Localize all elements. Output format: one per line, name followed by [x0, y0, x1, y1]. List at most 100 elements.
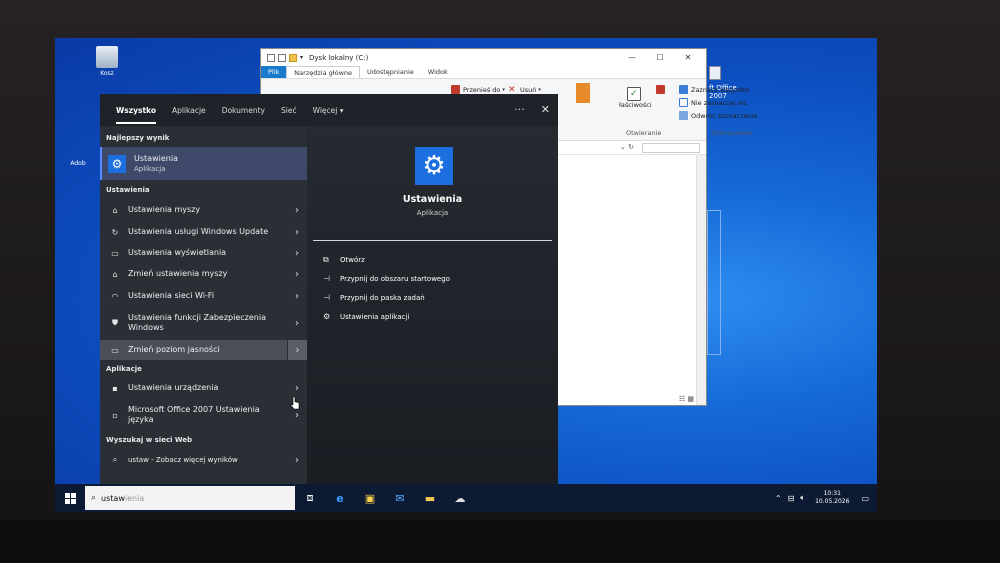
- tab-all[interactable]: Wszystko: [116, 106, 156, 124]
- best-match-settings[interactable]: ⚙ Ustawienia Aplikacja: [100, 147, 307, 180]
- result-label: Zmień poziom jasności: [128, 345, 220, 354]
- tab-more[interactable]: Więcej ▾: [313, 106, 344, 115]
- chevron-right-icon[interactable]: ›: [287, 205, 307, 216]
- result-web-search[interactable]: ⌕ ustaw - Zobacz więcej wyników ›: [100, 450, 307, 470]
- result-device-settings[interactable]: ▪ Ustawienia urządzenia ›: [100, 378, 307, 398]
- action-pin-start[interactable]: ⊣ Przypnij do obszaru startowego: [323, 274, 450, 283]
- chevron-down-icon: ▾: [502, 86, 505, 93]
- quick-access-dropdown-icon[interactable]: ▾: [300, 54, 303, 61]
- result-windows-update[interactable]: ↻ Ustawienia usługi Windows Update ›: [100, 222, 307, 242]
- select-all-button[interactable]: Zaznacz wszystko: [679, 85, 749, 94]
- chevron-right-icon[interactable]: ›: [287, 227, 307, 238]
- wifi-icon: ◠: [111, 291, 119, 301]
- mouse-icon: ⌂: [112, 269, 118, 279]
- taskbar: ⌕ ustaw ienia ⧈ e ▣ ✉ ▬ ☁ ⌃ ⊟ 🔈︎ 10:31 1…: [55, 484, 877, 512]
- clock[interactable]: 10:31 10.05.2026: [815, 490, 849, 506]
- delete-label: Usuń: [520, 85, 537, 94]
- file-explorer-icon[interactable]: ▬: [415, 484, 445, 512]
- preview-subtitle: Aplikacja: [416, 209, 449, 217]
- explorer-search-input[interactable]: [642, 143, 700, 153]
- result-label: Ustawienia funkcji Zabezpieczenia Window…: [128, 313, 266, 332]
- section-header-settings: Ustawienia: [106, 186, 150, 194]
- delete-button[interactable]: ✕ Usuń ▾: [508, 85, 541, 95]
- start-button[interactable]: [55, 484, 85, 512]
- search-results-list: Najlepszy wynik ⚙ Ustawienia Aplikacja U…: [100, 126, 307, 486]
- invert-selection-button[interactable]: Odwróć zaznaczenie: [679, 111, 758, 120]
- result-change-mouse[interactable]: ⌂ Zmień ustawienia myszy ›: [100, 264, 307, 284]
- tab-web[interactable]: Sieć: [281, 106, 297, 115]
- explorer-tabs: Plik Narzędzia główne Udostępnianie Wido…: [261, 66, 706, 79]
- clock-time: 10:31: [823, 490, 841, 497]
- mail-icon[interactable]: ✉: [385, 484, 415, 512]
- tab-view[interactable]: Widok: [421, 66, 455, 78]
- result-display-settings[interactable]: ▭ Ustawienia wyświetlania ›: [100, 243, 307, 263]
- task-view-icon[interactable]: ⧈: [295, 484, 325, 512]
- chevron-right-icon[interactable]: ›: [287, 318, 307, 329]
- move-to-button[interactable]: Przenieś do ▾: [451, 85, 505, 94]
- desktop-icon-adobe[interactable]: Adob: [63, 160, 93, 167]
- tab-documents[interactable]: Dokumenty: [222, 106, 265, 115]
- select-none-button[interactable]: Nie zaznaczaj nic: [679, 98, 747, 107]
- chevron-right-icon[interactable]: ›: [287, 383, 307, 394]
- chevron-down-icon[interactable]: ⌄ ↻: [620, 143, 634, 151]
- tab-apps[interactable]: Aplikacje: [172, 106, 206, 115]
- notification-icon[interactable]: ▭: [861, 494, 869, 503]
- explorer-scrollbar[interactable]: [696, 155, 706, 405]
- search-menu: Wszystko Aplikacje Dokumenty Sieć Więcej…: [100, 94, 558, 486]
- quick-access-icon[interactable]: [267, 53, 275, 62]
- move-icon: [451, 85, 460, 94]
- desktop-screen: Kosz Adob ft Office 2007 ▾ Dysk lokalny …: [55, 38, 877, 512]
- desktop-icon-recycle-bin[interactable]: Kosz: [83, 46, 131, 77]
- result-mouse-settings[interactable]: ⌂ Ustawienia myszy ›: [100, 200, 307, 220]
- desktop-window-frame: [707, 210, 721, 355]
- view-toggle-icon[interactable]: ☷ ▦: [679, 395, 694, 403]
- action-app-settings[interactable]: ⚙ Ustawienia aplikacji: [323, 312, 409, 321]
- action-open[interactable]: ⧉ Otwórz: [323, 255, 365, 265]
- action-label: Otwórz: [340, 256, 365, 264]
- chevron-up-icon[interactable]: ⌃: [775, 494, 782, 503]
- maximize-button[interactable]: ☐: [646, 49, 674, 66]
- action-pin-taskbar[interactable]: ⊣ Przypnij do paska zadań: [323, 293, 425, 302]
- chevron-right-icon[interactable]: ›: [287, 455, 307, 466]
- store-icon[interactable]: ▣: [355, 484, 385, 512]
- folder-icon[interactable]: [289, 53, 297, 62]
- result-label: Ustawienia wyświetlania: [128, 248, 227, 257]
- result-wifi-settings[interactable]: ◠ Ustawienia sieci Wi-Fi ›: [100, 286, 307, 306]
- search-filter-tabs: Wszystko Aplikacje Dokumenty Sieć Więcej…: [100, 94, 558, 126]
- result-windows-security[interactable]: ⛊ Ustawienia funkcji Zabezpieczenia Wind…: [100, 308, 307, 338]
- close-icon[interactable]: ✕: [541, 103, 550, 116]
- volume-icon[interactable]: 🔈︎: [800, 493, 805, 503]
- new-folder-icon[interactable]: [576, 83, 590, 103]
- settings-gear-icon: ⚙: [415, 147, 453, 185]
- cloud-app-icon[interactable]: ☁: [445, 484, 475, 512]
- result-office-language[interactable]: ▫ Microsoft Office 2007 Ustawienia język…: [100, 400, 307, 430]
- result-brightness[interactable]: ▭ Zmień poziom jasności ›: [100, 340, 307, 360]
- chevron-right-icon[interactable]: ›: [287, 340, 307, 360]
- close-button[interactable]: ✕: [674, 49, 702, 66]
- tab-share[interactable]: Udostępnianie: [360, 66, 421, 78]
- minimize-button[interactable]: —: [618, 49, 646, 66]
- open-icon: [656, 85, 665, 94]
- explorer-titlebar[interactable]: ▾ Dysk lokalny (C:) — ☐ ✕: [261, 49, 706, 66]
- tab-file[interactable]: Plik: [261, 66, 287, 78]
- action-label: Przypnij do obszaru startowego: [340, 274, 450, 283]
- properties-button[interactable]: ✓ łaściwości: [619, 87, 652, 109]
- recycle-bin-icon: [96, 46, 118, 68]
- chevron-right-icon[interactable]: ›: [287, 248, 307, 259]
- edge-icon[interactable]: e: [325, 484, 355, 512]
- chevron-right-icon[interactable]: ›: [287, 269, 307, 280]
- settings-gear-icon: ⚙: [108, 154, 126, 173]
- result-label: ustaw - Zobacz więcej wyników: [128, 456, 238, 464]
- tab-home[interactable]: Narzędzia główne: [286, 66, 361, 78]
- taskbar-search-input[interactable]: ⌕ ustaw ienia: [85, 486, 295, 510]
- more-options-icon[interactable]: ···: [514, 103, 525, 116]
- refresh-icon: ↻: [111, 227, 119, 237]
- office-doc-icon[interactable]: [709, 66, 721, 80]
- open-icon: ⧉: [323, 255, 329, 264]
- chevron-right-icon[interactable]: ›: [287, 291, 307, 302]
- chevron-right-icon[interactable]: ›: [287, 410, 307, 421]
- checkbox-icon[interactable]: [278, 53, 286, 62]
- open-button[interactable]: [656, 85, 668, 94]
- display-icon: ▭: [111, 345, 119, 355]
- network-icon[interactable]: ⊟: [788, 494, 795, 503]
